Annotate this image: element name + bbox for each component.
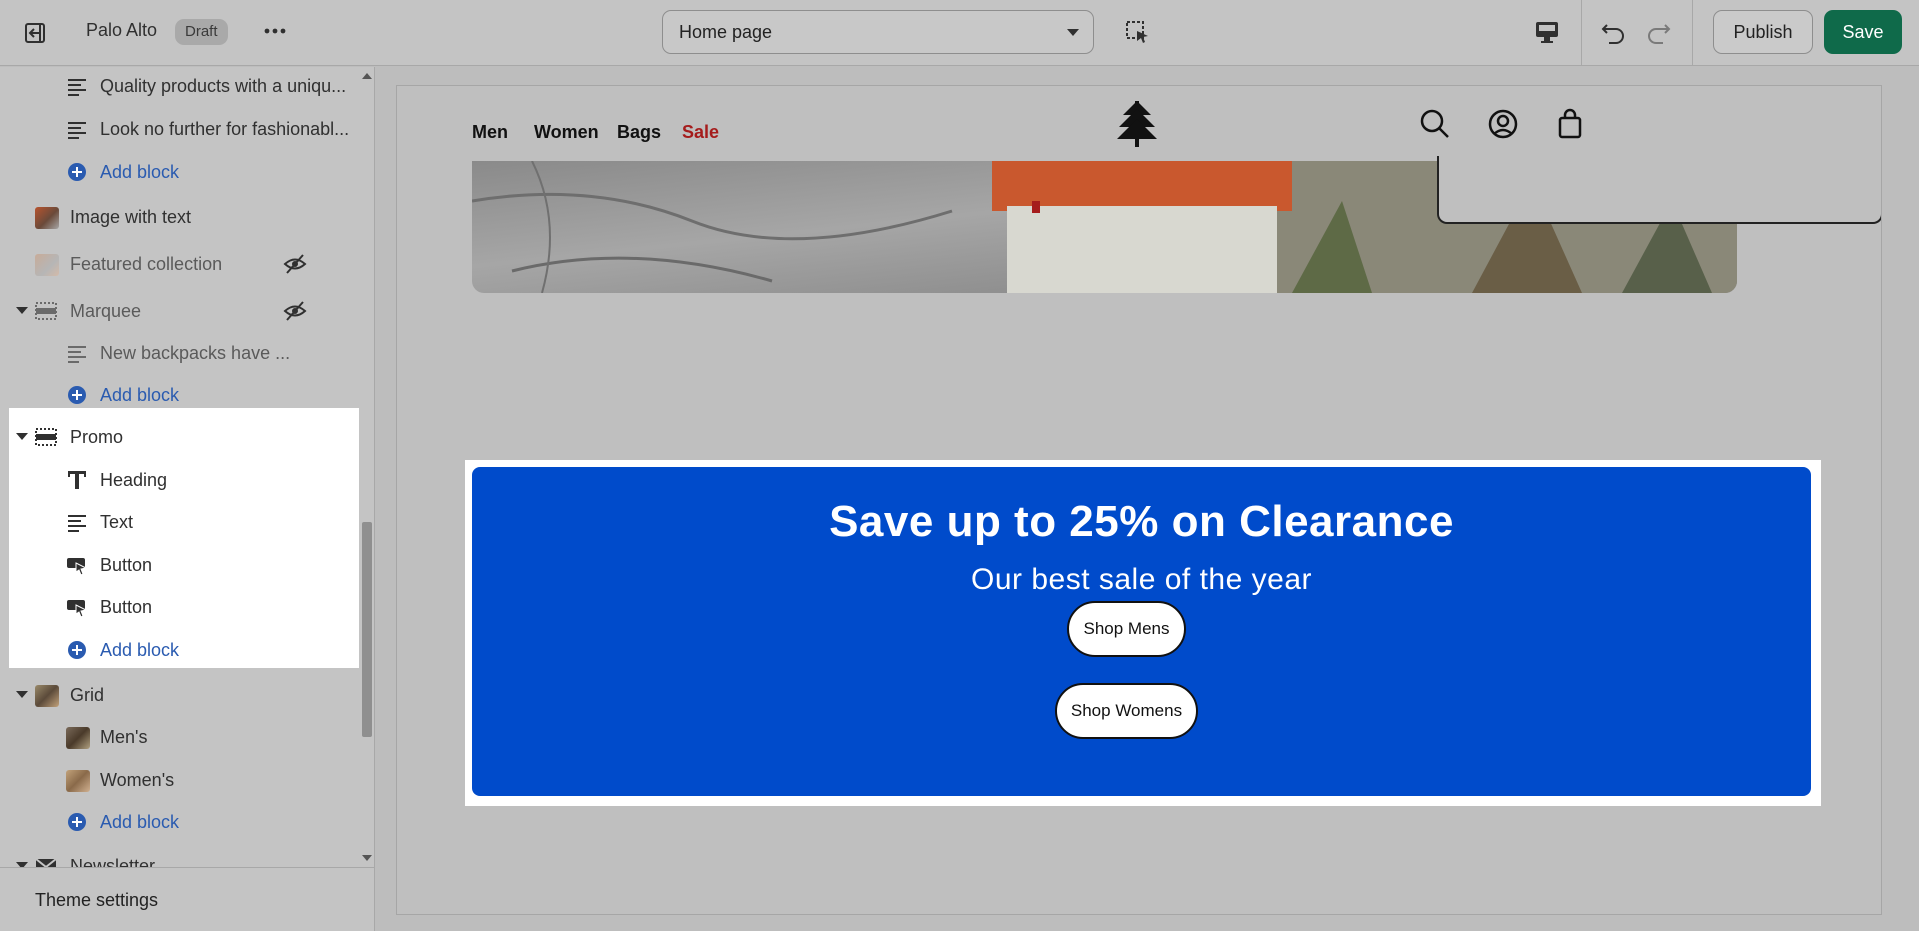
section-image-with-text[interactable]: Image with text — [0, 196, 351, 238]
redo-icon[interactable] — [1645, 18, 1673, 46]
block-row[interactable]: Look no further for fashionabl... — [0, 108, 351, 150]
promo-heading[interactable]: Save up to 25% on Clearance — [472, 497, 1811, 547]
promo-subheading[interactable]: Our best sale of the year — [472, 563, 1811, 597]
hidden-eye-icon[interactable] — [283, 253, 307, 275]
block-row[interactable]: Quality products with a uniqu... — [0, 67, 351, 107]
page-selector-value: Home page — [679, 22, 773, 42]
caret-down-icon[interactable] — [16, 307, 28, 315]
heading-T-icon — [68, 471, 86, 489]
shop-mens-button[interactable]: Shop Mens — [1067, 601, 1186, 657]
nav-link-sale[interactable]: Sale — [682, 122, 719, 143]
text-lines-icon — [68, 122, 86, 139]
block-button[interactable]: Button — [0, 586, 351, 628]
caret-down-icon[interactable] — [16, 433, 28, 441]
preview-area: Men Women Bags Sale Save up to 25% on Cl… — [376, 67, 1919, 931]
theme-settings-label: Theme settings — [35, 890, 159, 910]
editor-toolbar: Palo Alto Draft Home page Publish Save — [0, 0, 1919, 66]
block-mens[interactable]: Men's — [0, 716, 351, 758]
save-button[interactable]: Save — [1824, 10, 1902, 54]
promo-banner[interactable]: Save up to 25% on Clearance Our best sal… — [472, 467, 1811, 796]
image-thumbnail — [66, 770, 90, 792]
shop-womens-button[interactable]: Shop Womens — [1055, 683, 1198, 739]
page-selector[interactable]: Home page — [662, 10, 1094, 54]
block-label: Quality products with a uniqu... — [100, 76, 347, 96]
plus-circle-icon — [68, 641, 86, 659]
add-block-button[interactable]: Add block — [0, 629, 351, 671]
block-button[interactable]: Button — [0, 544, 351, 586]
sidebar-scrollbar[interactable] — [359, 67, 374, 867]
block-label: Women's — [100, 770, 175, 790]
add-block-label: Add block — [100, 640, 180, 660]
inspector-icon[interactable] — [1124, 19, 1150, 45]
caret-down-icon[interactable] — [16, 691, 28, 699]
block-row[interactable]: New backpacks have ... — [0, 332, 351, 374]
plus-circle-icon — [68, 386, 86, 404]
image-thumbnail — [35, 685, 59, 707]
plus-circle-icon — [68, 813, 86, 831]
nav-link-bags[interactable]: Bags — [617, 122, 661, 143]
section-label: Promo — [70, 427, 124, 447]
section-icon — [35, 428, 57, 446]
exit-icon[interactable] — [22, 20, 48, 46]
image-thumbnail — [35, 207, 59, 229]
plus-circle-icon — [68, 163, 86, 181]
undo-icon[interactable] — [1599, 18, 1627, 46]
section-label: Featured collection — [70, 254, 223, 274]
section-icon — [35, 302, 57, 320]
publish-button[interactable]: Publish — [1713, 10, 1813, 54]
store-name: Palo Alto — [86, 20, 158, 40]
nav-link-men[interactable]: Men — [472, 122, 508, 143]
toolbar-divider — [1581, 0, 1582, 66]
account-icon[interactable] — [1487, 108, 1519, 140]
sections-sidebar: Quality products with a uniqu... Look no… — [0, 67, 375, 931]
hidden-eye-icon[interactable] — [283, 300, 307, 322]
text-lines-icon — [68, 515, 86, 532]
scroll-down-arrow-icon[interactable] — [362, 855, 372, 861]
block-label: Text — [100, 512, 134, 532]
block-label: Button — [100, 555, 153, 575]
search-drawer-edge — [1437, 156, 1881, 224]
block-text[interactable]: Text — [0, 501, 351, 543]
add-block-button[interactable]: Add block — [0, 801, 351, 843]
nav-link-women[interactable]: Women — [534, 122, 599, 143]
image-thumbnail — [35, 254, 59, 276]
text-lines-icon — [68, 79, 86, 96]
cart-bag-icon[interactable] — [1554, 108, 1586, 140]
more-actions-icon[interactable] — [262, 18, 288, 44]
tree-logo-icon[interactable] — [1115, 99, 1159, 149]
desktop-view-icon[interactable] — [1533, 19, 1561, 45]
add-block-button[interactable]: Add block — [0, 374, 351, 416]
block-heading[interactable]: Heading — [0, 459, 351, 501]
block-label: Look no further for fashionabl... — [100, 119, 350, 139]
status-badge: Draft — [175, 19, 228, 45]
section-label: Marquee — [70, 301, 142, 321]
button-cursor-icon — [67, 600, 88, 617]
section-marquee[interactable]: Marquee — [0, 290, 351, 332]
add-block-label: Add block — [100, 812, 180, 832]
toolbar-divider — [1692, 0, 1693, 66]
section-featured-collection[interactable]: Featured collection — [0, 243, 351, 285]
caret-down-icon — [1067, 29, 1079, 36]
section-grid[interactable]: Grid — [0, 674, 351, 716]
button-cursor-icon — [67, 558, 88, 575]
sidebar-scroll-thumb[interactable] — [362, 522, 372, 737]
storefront-preview: Men Women Bags Sale Save up to 25% on Cl… — [396, 85, 1882, 915]
text-lines-icon — [68, 346, 86, 363]
add-block-label: Add block — [100, 162, 180, 182]
block-label: Heading — [100, 470, 168, 490]
section-label: Grid — [70, 685, 105, 705]
block-label: Button — [100, 597, 153, 617]
section-label: Image with text — [70, 207, 192, 227]
search-icon[interactable] — [1419, 108, 1451, 140]
section-promo[interactable]: Promo — [0, 416, 351, 458]
section-tree: Quality products with a uniqu... Look no… — [0, 67, 359, 876]
block-womens[interactable]: Women's — [0, 759, 351, 801]
scroll-up-arrow-icon[interactable] — [362, 73, 372, 79]
block-label: Men's — [100, 727, 148, 747]
add-block-button[interactable]: Add block — [0, 151, 351, 193]
add-block-label: Add block — [100, 385, 180, 405]
image-thumbnail — [66, 727, 90, 749]
block-label: New backpacks have ... — [100, 343, 291, 363]
theme-settings-button[interactable]: Theme settings — [0, 867, 374, 931]
